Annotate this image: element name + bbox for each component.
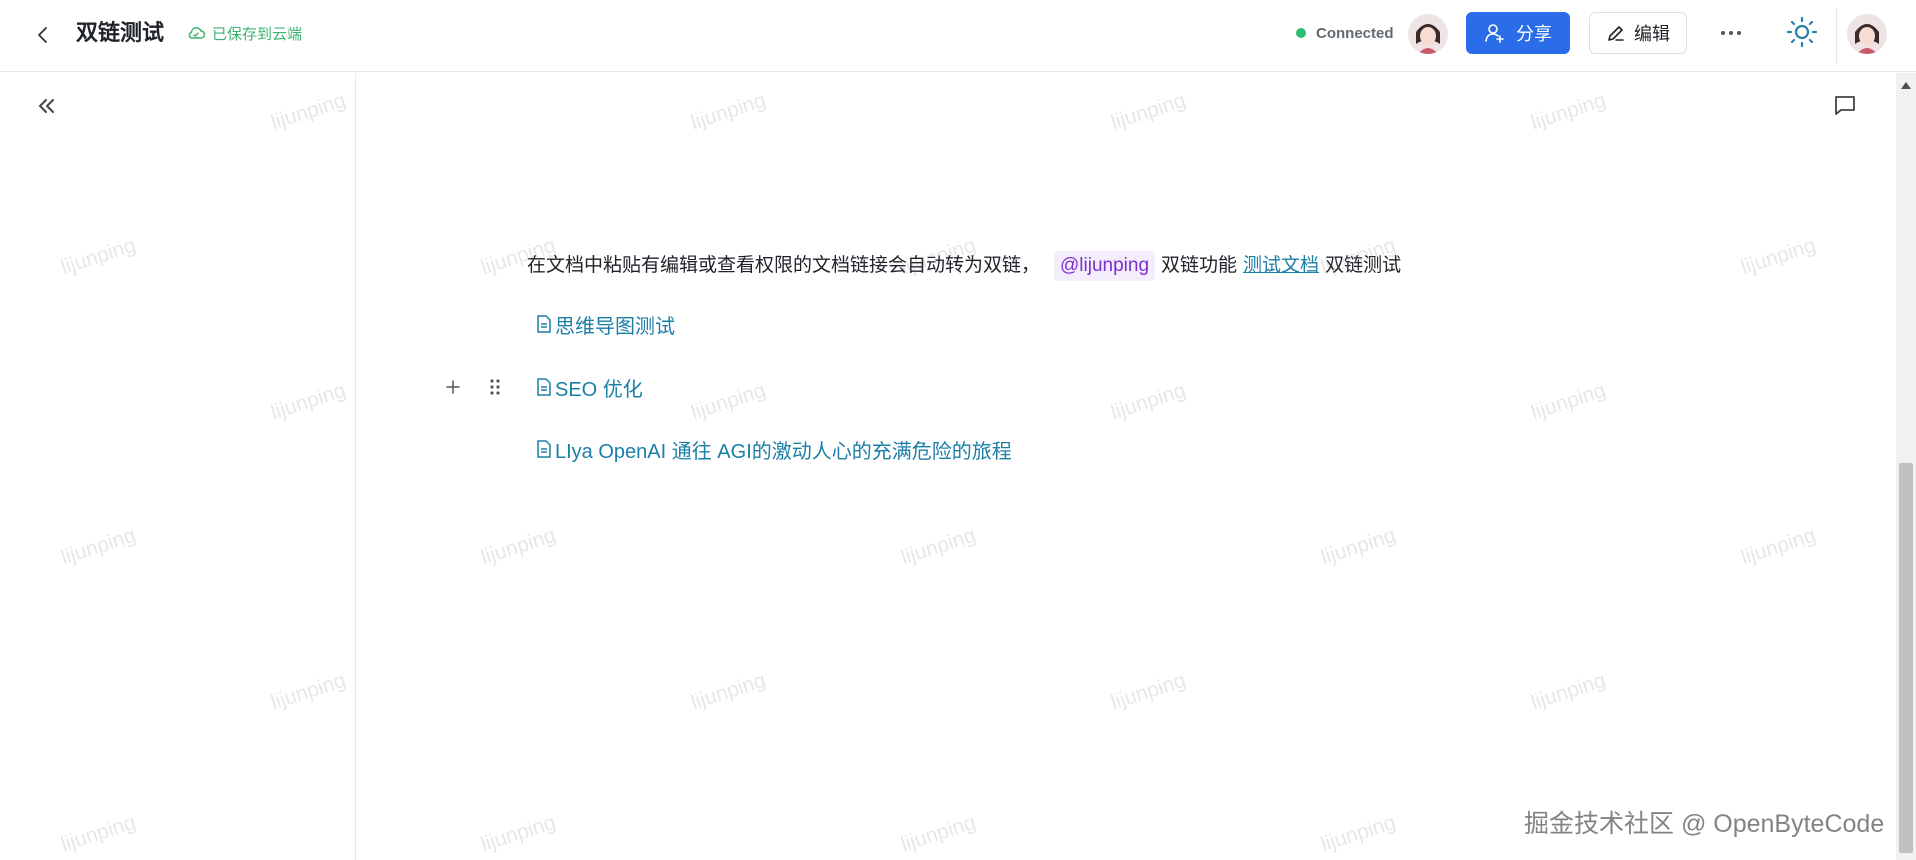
app: 双链测试 已保存到云端 Connected 分享 编辑 在文档中粘贴有编辑或查看… [0,0,1916,860]
connection-label: Connected [1316,24,1394,42]
doc-link-label: 思维导图测试 [555,315,675,338]
document-icon [537,440,551,458]
comment-icon [1835,96,1855,115]
edit-button[interactable]: 编辑 [1589,12,1687,54]
sun-icon [1786,16,1818,48]
paragraph-text: 在文档中粘贴有编辑或查看权限的文档链接会自动转为双链， [527,255,1041,276]
pencil-icon [1608,26,1624,41]
paragraph[interactable]: 在文档中粘贴有编辑或查看权限的文档链接会自动转为双链， @lijunping 双链功… [527,251,1401,281]
document-icon [537,378,551,396]
theme-toggle-button[interactable] [1784,14,1820,50]
user-plus-icon [1485,24,1504,43]
double-chevron-left-icon [39,99,54,113]
share-button[interactable]: 分享 [1466,12,1570,54]
inline-doc-link[interactable]: 测试文档 [1243,255,1319,276]
doc-link-label: LIya OpenAI 通往 AGI的激动人心的充满危险的旅程 [555,440,1012,463]
header-divider [1836,8,1837,64]
comment-button[interactable] [1829,89,1861,121]
avatar-image [1408,14,1448,54]
doc-link-mindmap[interactable]: 思维导图测试 [535,309,675,339]
scrollbar-thumb[interactable] [1899,463,1913,853]
cloud-icon [188,27,206,39]
connection-dot [1296,28,1306,38]
edit-label: 编辑 [1634,24,1670,44]
save-status: 已保存到云端 [186,22,302,44]
add-block-button[interactable] [441,375,465,399]
sidebar [0,73,356,860]
drag-handle-icon [490,379,500,395]
share-label: 分享 [1516,24,1552,44]
doc-link-openai[interactable]: LIya OpenAI 通往 AGI的激动人心的充满危险的旅程 [535,434,1012,464]
editor-area: 在文档中粘贴有编辑或查看权限的文档链接会自动转为双链， @lijunping 双链功… [357,73,1896,860]
top-header: 双链测试 已保存到云端 Connected 分享 编辑 [0,0,1916,72]
drag-handle[interactable] [483,375,507,399]
plus-icon [446,380,460,394]
scroll-up-arrow-icon[interactable] [1900,80,1912,90]
collaborator-avatar[interactable] [1408,14,1448,54]
doc-link-label: SEO 优化 [555,378,643,401]
doc-link-seo[interactable]: SEO 优化 [535,372,643,402]
user-mention[interactable]: @lijunping [1054,251,1156,281]
document-title: 双链测试 [76,20,165,45]
paragraph-text-2: 双链功能 [1161,255,1238,276]
user-avatar[interactable] [1847,14,1887,54]
avatar-image [1847,14,1887,54]
chevron-left-icon [38,27,47,43]
document-icon [537,315,551,333]
connection-status: Connected [1296,22,1394,44]
back-button[interactable] [28,20,58,50]
more-horizontal-icon [1721,31,1741,35]
collapse-sidebar-button[interactable] [32,91,62,121]
save-status-label: 已保存到云端 [212,25,303,43]
paragraph-text-3: 双链测试 [1325,255,1402,276]
more-button[interactable] [1713,17,1749,49]
